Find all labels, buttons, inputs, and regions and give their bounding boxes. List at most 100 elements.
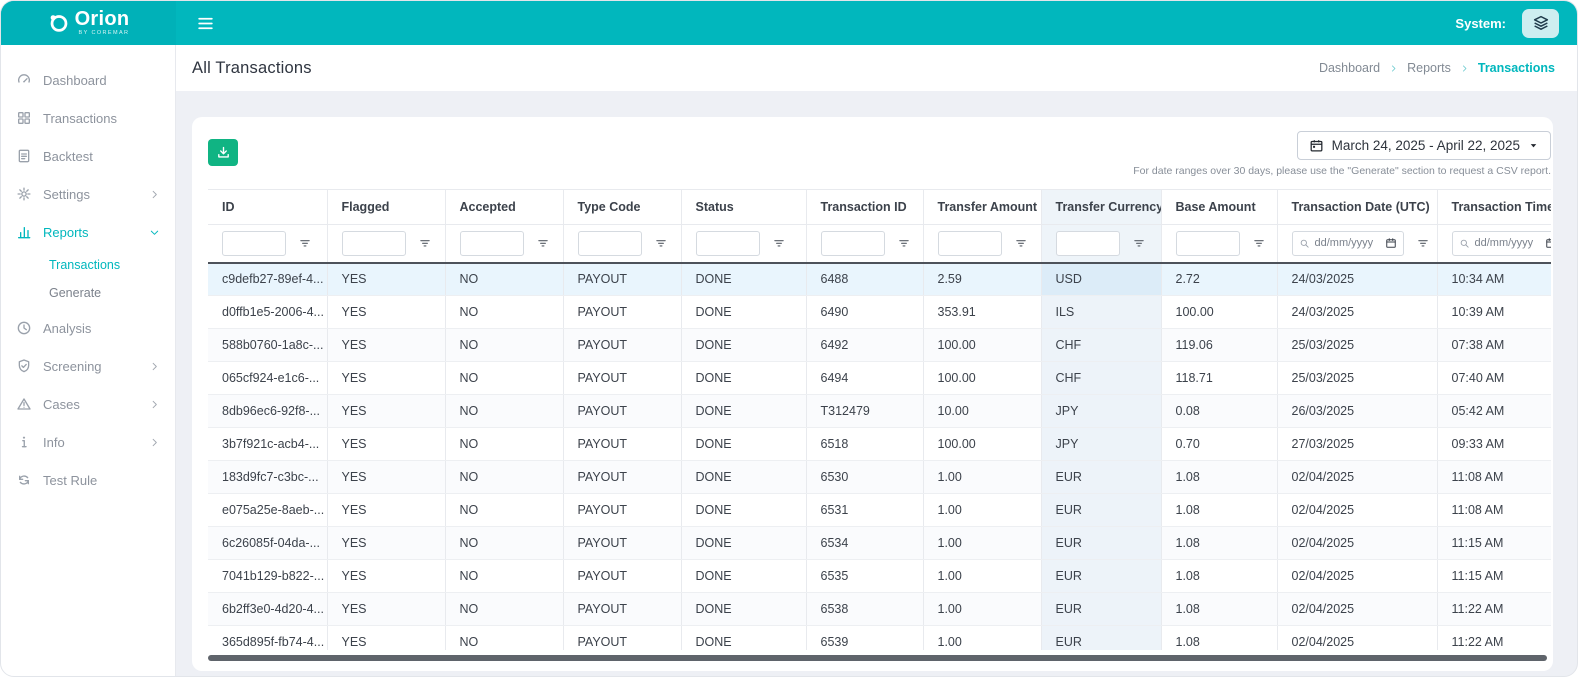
filter-icon[interactable] — [1416, 236, 1430, 250]
cell-status: DONE — [681, 362, 806, 395]
column-header-base-amount[interactable]: Base Amount — [1161, 190, 1277, 225]
filter-input-transaction-id[interactable] — [821, 231, 885, 256]
filter-icon[interactable] — [772, 236, 786, 250]
cell-accepted: NO — [445, 494, 563, 527]
card-toolbar: March 24, 2025 - April 22, 2025 For date… — [208, 131, 1551, 177]
calendar-icon[interactable] — [1385, 237, 1397, 249]
filter-icon[interactable] — [1014, 236, 1028, 250]
cell-transaction-date-utc: 24/03/2025 — [1277, 296, 1437, 329]
column-header-flagged[interactable]: Flagged — [327, 190, 445, 225]
filter-icon[interactable] — [1132, 236, 1146, 250]
cell-flagged: YES — [327, 428, 445, 461]
cell-transaction-id: 6518 — [806, 428, 923, 461]
date-range-value: March 24, 2025 - April 22, 2025 — [1332, 138, 1520, 153]
breadcrumb-item-transactions: Transactions — [1478, 61, 1555, 75]
filter-icon[interactable] — [418, 236, 432, 250]
filter-icon[interactable] — [298, 236, 312, 250]
sidebar-item-backtest[interactable]: Backtest — [1, 137, 175, 175]
transaction-row[interactable]: e075a25e-8aeb-...YESNOPAYOUTDONE65311.00… — [208, 494, 1551, 527]
cell-base-amount: 1.08 — [1161, 527, 1277, 560]
column-header-transfer-amount[interactable]: Transfer Amount — [923, 190, 1041, 225]
sidebar-item-label: Test Rule — [43, 473, 97, 488]
horizontal-scrollbar[interactable] — [208, 655, 1547, 661]
brand-name: Orion — [75, 9, 130, 29]
hamburger-menu-icon — [196, 14, 215, 33]
filter-icon[interactable] — [536, 236, 550, 250]
transaction-row[interactable]: 6c26085f-04da-...YESNOPAYOUTDONE65341.00… — [208, 527, 1551, 560]
column-header-transaction-id[interactable]: Transaction ID — [806, 190, 923, 225]
transaction-row[interactable]: 588b0760-1a8c-...YESNOPAYOUTDONE6492100.… — [208, 329, 1551, 362]
cell-id: 6c26085f-04da-... — [208, 527, 327, 560]
bar-chart-icon — [16, 224, 32, 240]
date-filter-transaction-time[interactable] — [1452, 231, 1552, 256]
filter-input-accepted[interactable] — [460, 231, 524, 256]
cell-id: d0ffb1e5-2006-4... — [208, 296, 327, 329]
date-range-area: March 24, 2025 - April 22, 2025 For date… — [1133, 131, 1551, 177]
column-header-transaction-time[interactable]: Transaction Time — [1437, 190, 1551, 225]
breadcrumb-separator-icon — [1389, 64, 1398, 73]
filter-input-base-amount[interactable] — [1176, 231, 1240, 256]
filter-input-id[interactable] — [222, 231, 286, 256]
transaction-row[interactable]: 8db96ec6-92f8-...YESNOPAYOUTDONET3124791… — [208, 395, 1551, 428]
transaction-row[interactable]: 6b2ff3e0-4d20-4...YESNOPAYOUTDONE65381.0… — [208, 593, 1551, 626]
sidebar-item-dashboard[interactable]: Dashboard — [1, 61, 175, 99]
cell-transfer-amount: 100.00 — [923, 428, 1041, 461]
cell-flagged: YES — [327, 461, 445, 494]
transaction-row[interactable]: c9defb27-89ef-4...YESNOPAYOUTDONE64882.5… — [208, 263, 1551, 296]
cell-transfer-currency: CHF — [1041, 362, 1161, 395]
filter-icon[interactable] — [1252, 236, 1266, 250]
sidebar-item-screening[interactable]: Screening — [1, 347, 175, 385]
sidebar-item-settings[interactable]: Settings — [1, 175, 175, 213]
transaction-row[interactable]: 7041b129-b822-...YESNOPAYOUTDONE65351.00… — [208, 560, 1551, 593]
column-header-accepted[interactable]: Accepted — [445, 190, 563, 225]
orion-logo[interactable]: Orion by COREMAR — [1, 1, 176, 45]
sidebar-item-cases[interactable]: Cases — [1, 385, 175, 423]
chevron-right-icon — [149, 361, 160, 372]
sidebar-subitem-generate[interactable]: Generate — [1, 279, 175, 307]
cell-transaction-id: 6531 — [806, 494, 923, 527]
sidebar-subitem-transactions[interactable]: Transactions — [1, 251, 175, 279]
date-filter-field-transaction-date-utc[interactable] — [1315, 237, 1379, 249]
transaction-row[interactable]: 365d895f-fb74-4...YESNOPAYOUTDONE65391.0… — [208, 626, 1551, 651]
cell-base-amount: 100.00 — [1161, 296, 1277, 329]
filter-input-flagged[interactable] — [342, 231, 406, 256]
filter-input-transfer-amount[interactable] — [938, 231, 1002, 256]
column-header-transaction-date-utc[interactable]: Transaction Date (UTC) — [1277, 190, 1437, 225]
column-header-type-code[interactable]: Type Code — [563, 190, 681, 225]
date-filter-transaction-date-utc[interactable] — [1292, 231, 1404, 256]
filter-cell-status — [681, 225, 806, 263]
column-header-transfer-currency[interactable]: Transfer Currency — [1041, 190, 1161, 225]
sidebar-item-reports[interactable]: Reports — [1, 213, 175, 251]
cell-transaction-id: 6535 — [806, 560, 923, 593]
filter-input-status[interactable] — [696, 231, 760, 256]
menu-toggle-button[interactable] — [192, 10, 219, 37]
cell-type-code: PAYOUT — [563, 461, 681, 494]
sidebar-item-test-rule[interactable]: Test Rule — [1, 461, 175, 499]
filter-icon[interactable] — [897, 236, 911, 250]
cell-transaction-id: 6494 — [806, 362, 923, 395]
transaction-row[interactable]: 3b7f921c-acb4-...YESNOPAYOUTDONE6518100.… — [208, 428, 1551, 461]
transaction-row[interactable]: 065cf924-e1c6-...YESNOPAYOUTDONE6494100.… — [208, 362, 1551, 395]
filter-input-type-code[interactable] — [578, 231, 642, 256]
date-range-picker[interactable]: March 24, 2025 - April 22, 2025 — [1297, 131, 1551, 160]
table-header-row: IDFlaggedAcceptedType CodeStatusTransact… — [208, 190, 1551, 225]
transaction-row[interactable]: d0ffb1e5-2006-4...YESNOPAYOUTDONE6490353… — [208, 296, 1551, 329]
column-header-id[interactable]: ID — [208, 190, 327, 225]
column-header-status[interactable]: Status — [681, 190, 806, 225]
filter-icon[interactable] — [654, 236, 668, 250]
cell-transaction-time: 05:42 AM — [1437, 395, 1551, 428]
sidebar-item-transactions[interactable]: Transactions — [1, 99, 175, 137]
breadcrumb-item-reports[interactable]: Reports — [1407, 61, 1451, 75]
breadcrumb-item-dashboard[interactable]: Dashboard — [1319, 61, 1380, 75]
cell-transfer-amount: 1.00 — [923, 593, 1041, 626]
filter-input-transfer-currency[interactable] — [1056, 231, 1120, 256]
cell-transfer-currency: CHF — [1041, 329, 1161, 362]
filter-cell-type-code — [563, 225, 681, 263]
calendar-icon[interactable] — [1545, 237, 1552, 249]
download-csv-button[interactable] — [208, 139, 238, 166]
transaction-row[interactable]: 183d9fc7-c3bc-...YESNOPAYOUTDONE65301.00… — [208, 461, 1551, 494]
system-menu-button[interactable] — [1522, 9, 1559, 38]
sidebar-item-analysis[interactable]: Analysis — [1, 309, 175, 347]
sidebar-item-info[interactable]: Info — [1, 423, 175, 461]
date-filter-field-transaction-time[interactable] — [1475, 237, 1539, 249]
